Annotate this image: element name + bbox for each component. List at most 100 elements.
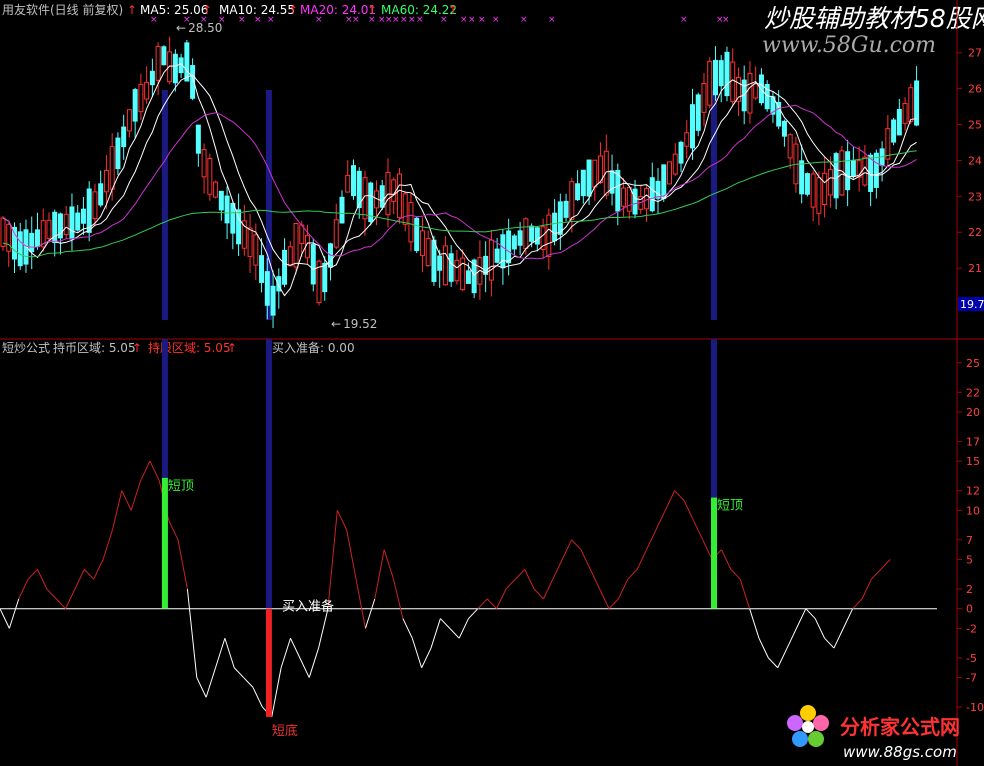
buy-ready-label: 买入准备: 0.00 (272, 341, 355, 355)
candle-body (224, 195, 230, 224)
candle-body (103, 170, 109, 193)
oscillator-segment (83, 569, 95, 580)
candle-body (862, 156, 868, 186)
candle-body (712, 59, 718, 96)
oscillator-segment (692, 519, 704, 541)
hold-stock-arrow: ↑ (227, 341, 237, 355)
candle-body (546, 214, 552, 257)
oscillator-segment (477, 598, 488, 610)
lower-tick-label: 25 (966, 357, 980, 370)
candle-body (109, 146, 115, 190)
candle-body (52, 211, 58, 244)
candle-body (333, 219, 339, 248)
oscillator-segment (758, 638, 769, 659)
oscillator-segment (617, 578, 629, 600)
cross-mark: × (267, 15, 275, 25)
candle-body (350, 165, 356, 197)
oscillator-segment (486, 598, 497, 610)
candle-body (615, 169, 621, 212)
candle-body (488, 239, 494, 281)
candle-body (149, 70, 155, 86)
oscillator-segment (374, 549, 385, 599)
oscillator-segment (496, 588, 507, 609)
oscillator-segment (786, 628, 797, 649)
candle-body (569, 181, 575, 220)
candle-body (454, 259, 460, 282)
cross-mark: × (238, 15, 246, 25)
oscillator-segment (767, 657, 779, 669)
candle-body (799, 160, 805, 195)
oscillator-segment (580, 549, 591, 570)
cross-mark: × (400, 15, 408, 25)
candle-body (207, 158, 213, 195)
oscillator-segment (468, 608, 479, 619)
oscillator-segment (543, 578, 554, 600)
oscillator-segment (880, 559, 891, 570)
lower-tick-label: 0 (966, 603, 973, 616)
candle-body (833, 153, 839, 199)
oscillator-segment (739, 579, 751, 609)
oscillator-segment (449, 628, 460, 639)
candle-body (29, 232, 35, 253)
candle-body (293, 222, 299, 268)
candle-body (339, 196, 345, 224)
signal-bar (265, 608, 272, 717)
candle-body (730, 61, 736, 102)
oscillator-segment (233, 667, 244, 678)
oscillator-segment (871, 569, 882, 580)
candle-body (230, 202, 236, 234)
candle-body (184, 42, 190, 82)
candle-body (414, 217, 420, 252)
candle-body (138, 83, 144, 113)
cross-mark: × (440, 15, 448, 25)
oscillator-segment (364, 598, 376, 629)
candle-body (891, 119, 897, 143)
candle-body (431, 239, 437, 282)
cross-mark: × (368, 15, 376, 25)
candle-body (132, 89, 138, 122)
lower-vertical-markers (161, 339, 717, 609)
candle-body (644, 187, 650, 210)
upper-tick-label: 25 (968, 119, 982, 132)
candle-body (534, 227, 540, 245)
oscillator-segment (111, 490, 123, 531)
candle-body (850, 160, 856, 177)
oscillator-segment (205, 667, 216, 698)
signal-bar (161, 477, 168, 609)
candle-body (661, 164, 667, 200)
oscillator-segment (636, 549, 647, 570)
candle-body (506, 230, 512, 264)
upper-vertical-marker (710, 90, 717, 320)
signal-bar (710, 497, 717, 609)
candle-body (396, 173, 402, 219)
ma-line (2, 150, 917, 258)
oscillator-segment (730, 569, 741, 580)
candle-body (523, 218, 529, 249)
candle-body (17, 231, 23, 267)
hold-coin-arrow: ↑ (132, 341, 142, 355)
oscillator-segment (8, 598, 20, 629)
oscillator-segment (599, 588, 610, 609)
candle-body (816, 177, 822, 214)
lower-tick-label: 10 (966, 504, 980, 517)
candle-body (465, 270, 471, 284)
oscillator-segment (74, 569, 85, 590)
candle-body (247, 227, 253, 258)
formula-label: 短炒公式 (2, 341, 50, 355)
candle-body (419, 230, 425, 257)
cross-mark: × (492, 15, 500, 25)
upper-tick-label: 24 (968, 154, 982, 167)
candle-body (603, 150, 609, 196)
upper-tick-label: 22 (968, 226, 982, 239)
candle-body (678, 141, 684, 164)
candle-body (408, 202, 414, 243)
ma60-arrow: ↑ (448, 3, 458, 17)
lower-panel: -10-7-5-2025710121517202225 短顶短底短顶 买入准备 (0, 339, 984, 766)
oscillator-segment (421, 647, 432, 668)
oscillator-segment (336, 510, 348, 531)
oscillator-segment (608, 598, 619, 610)
candle-body (557, 201, 563, 235)
candle-body (11, 226, 17, 260)
oscillator-segment (55, 598, 66, 610)
candle-body (632, 188, 638, 215)
